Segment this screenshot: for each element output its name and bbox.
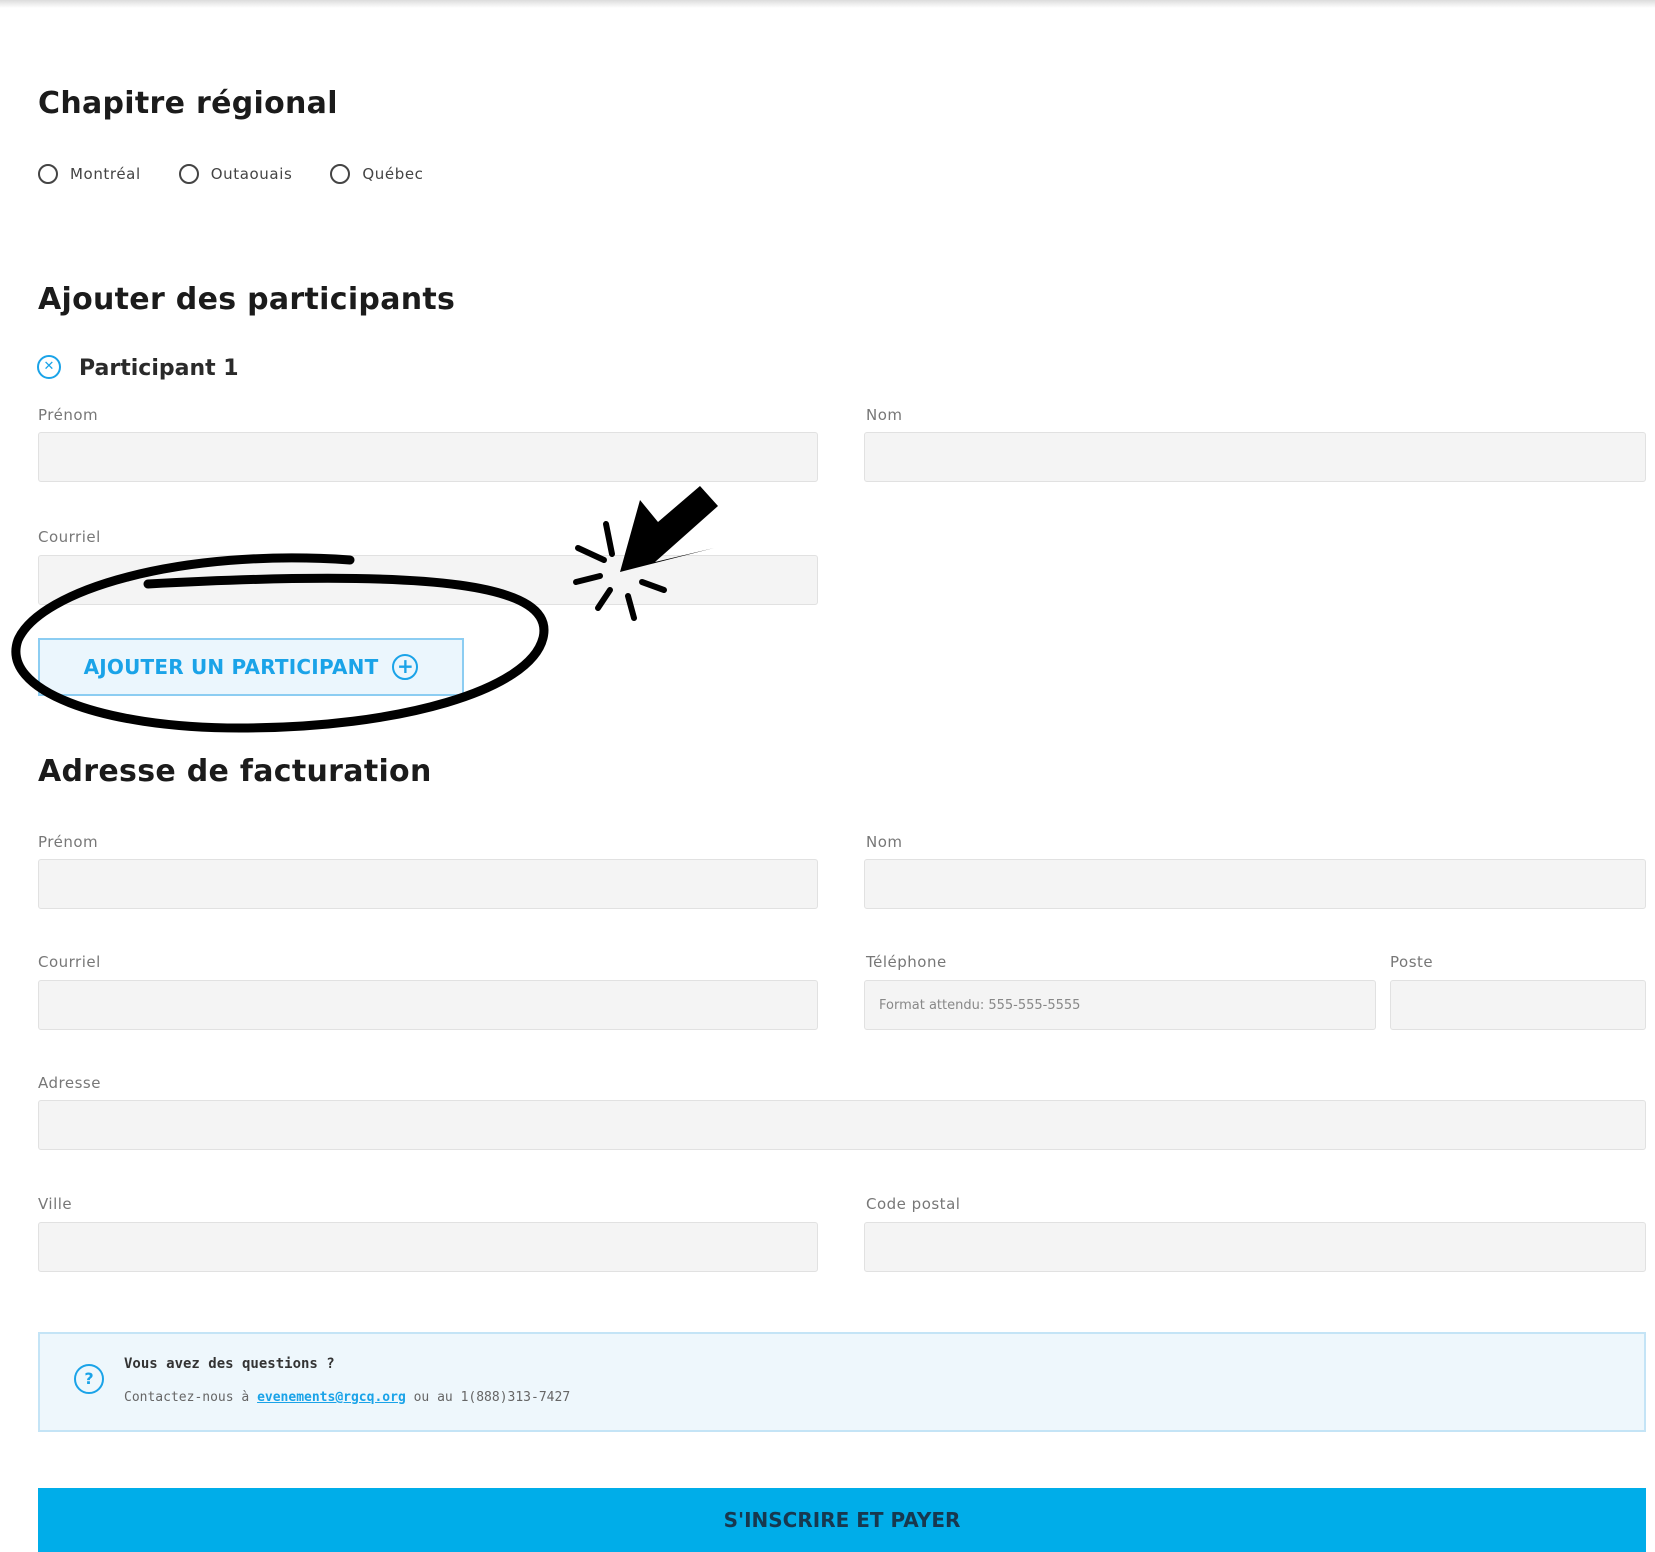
radio-circle-icon[interactable]	[330, 164, 351, 184]
plus-circle-icon: +	[392, 654, 419, 680]
billing-postal-code-input[interactable]	[864, 1222, 1646, 1272]
questions-contact-line: Contactez-nous à evenements@rgcq.org ou …	[124, 1390, 570, 1405]
participant-first-name-label: Prénom	[38, 406, 99, 424]
radio-label: Outaouais	[210, 165, 293, 183]
radio-quebec[interactable]: Québec	[330, 164, 423, 184]
contact-prefix: Contactez-nous à	[124, 1390, 250, 1405]
billing-address-label: Adresse	[38, 1074, 101, 1092]
participant-heading: Participant 1	[79, 356, 239, 381]
participant-email-label: Courriel	[38, 528, 101, 546]
billing-first-name-input[interactable]	[38, 859, 818, 909]
billing-last-name-label: Nom	[866, 833, 903, 851]
register-and-pay-button[interactable]: S'INSCRIRE ET PAYER	[38, 1488, 1646, 1552]
participants-section-title: Ajouter des participants	[38, 282, 456, 317]
billing-last-name-input[interactable]	[864, 859, 1646, 909]
add-participant-label: AJOUTER UN PARTICIPANT	[83, 655, 379, 679]
add-participant-button[interactable]: AJOUTER UN PARTICIPANT +	[38, 638, 464, 696]
billing-postal-code-label: Code postal	[866, 1195, 961, 1213]
radio-montreal[interactable]: Montréal	[38, 164, 141, 184]
contact-suffix: ou au 1(888)313-7427	[413, 1390, 571, 1405]
participant-first-name-input[interactable]	[38, 432, 818, 482]
billing-city-label: Ville	[38, 1195, 73, 1213]
top-shadow-bar	[0, 0, 1655, 8]
radio-circle-icon[interactable]	[178, 164, 199, 184]
question-icon: ?	[74, 1364, 104, 1394]
billing-extension-input[interactable]	[1390, 980, 1646, 1030]
billing-email-input[interactable]	[38, 980, 818, 1030]
chapter-radio-group: Montréal Outaouais Québec	[38, 164, 462, 184]
participant-last-name-input[interactable]	[864, 432, 1646, 482]
questions-title: Vous avez des questions ?	[124, 1356, 335, 1372]
radio-label: Montréal	[70, 165, 141, 183]
billing-section-title: Adresse de facturation	[38, 754, 432, 789]
questions-info-box: ? Vous avez des questions ? Contactez-no…	[38, 1332, 1646, 1432]
participant-last-name-label: Nom	[866, 406, 903, 424]
billing-email-label: Courriel	[38, 953, 101, 971]
billing-first-name-label: Prénom	[38, 833, 99, 851]
chapter-section-title: Chapitre régional	[38, 86, 338, 121]
billing-address-input[interactable]	[38, 1100, 1646, 1150]
billing-extension-label: Poste	[1390, 953, 1434, 971]
billing-phone-input[interactable]	[864, 980, 1376, 1030]
billing-city-input[interactable]	[38, 1222, 818, 1272]
radio-circle-icon[interactable]	[38, 164, 58, 184]
radio-outaouais[interactable]: Outaouais	[178, 164, 293, 184]
billing-phone-label: Téléphone	[866, 953, 947, 971]
participant-email-input[interactable]	[38, 555, 818, 605]
radio-label: Québec	[362, 165, 424, 183]
remove-participant-icon[interactable]: ✕	[37, 355, 61, 379]
contact-email-link[interactable]: evenements@rgcq.org	[257, 1390, 406, 1405]
